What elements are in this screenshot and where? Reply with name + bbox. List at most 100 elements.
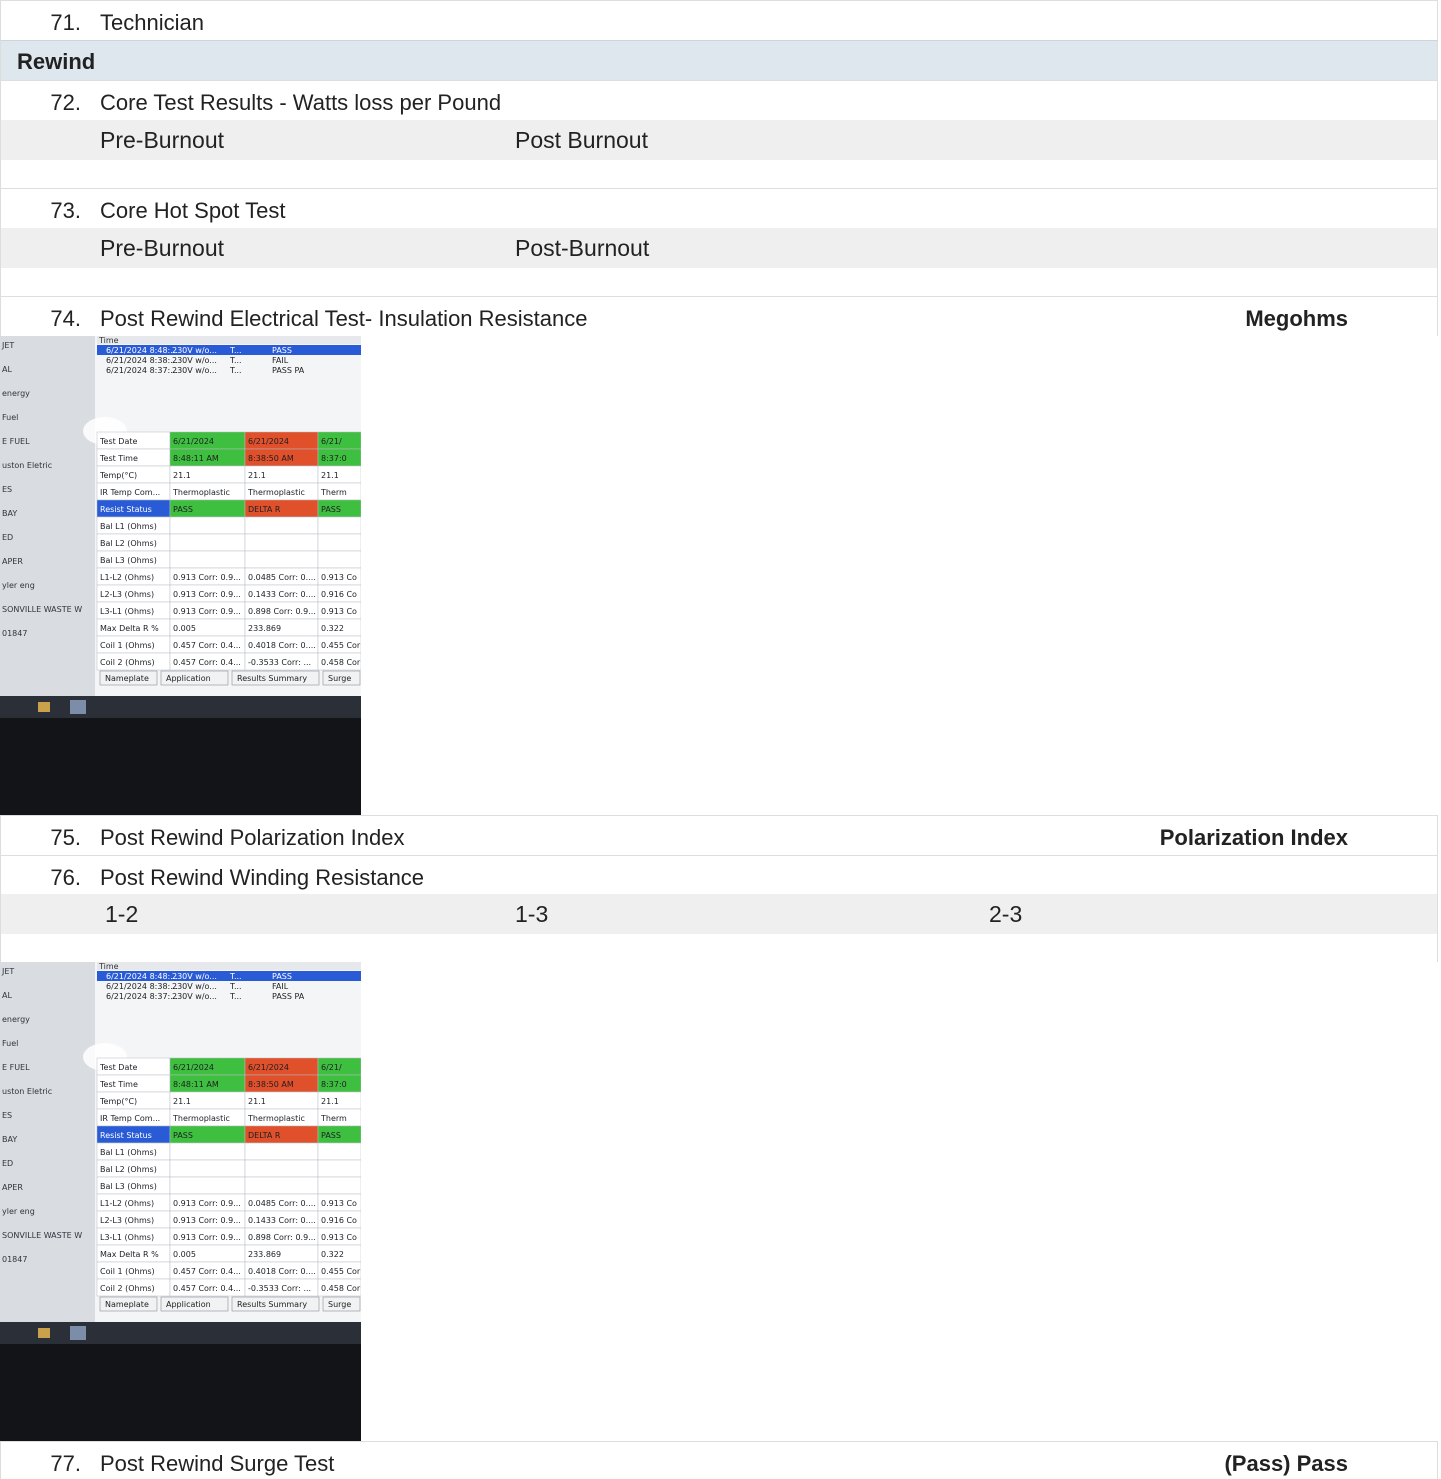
pre-burnout-label: Pre-Burnout: [100, 235, 225, 261]
table-cell-text: Coil 2 (Ohms): [100, 1284, 155, 1293]
question-text: Post Rewind Electrical Test- Insulation …: [100, 306, 588, 331]
table-cell-text: 0.1433 Corr: 0....: [248, 590, 316, 599]
table-cell-text: L3-L1 (Ohms): [100, 1233, 154, 1242]
table-cell-text: Temp(°C): [99, 1097, 137, 1106]
table-cell-text: Bal L3 (Ohms): [100, 556, 157, 565]
history-time: 6/21/2024 8:48:...: [106, 346, 178, 355]
table-cell-text: 233.869: [248, 624, 281, 633]
photo-drawing: JET AL energy Fuel E FUEL uston Eletric ES BAY E…: [0, 962, 361, 1442]
table-cell-text: Max Delta R %: [100, 1250, 159, 1259]
table-cell-text: Thermoplastic: [172, 1114, 230, 1123]
history-time: 6/21/2024 8:38:...: [106, 356, 178, 365]
table-cell-text: Max Delta R %: [100, 624, 159, 633]
pre-burnout-label: Pre-Burnout: [100, 127, 225, 153]
table-cell-text: Test Time: [99, 1080, 138, 1089]
table-cell-text: 0.455 Cor: [321, 1267, 361, 1276]
question-number: 77.: [50, 1451, 81, 1476]
table-cell-text: -0.3533 Corr: ...: [248, 658, 311, 667]
table-cell-text: 21.1: [321, 1097, 339, 1106]
table-cell-text: 0.913 Corr: 0.9...: [173, 1199, 241, 1208]
sidebar-entry: AL: [2, 991, 12, 1000]
table-cell-text: 6/21/2024: [173, 437, 214, 446]
history-result: PASS: [272, 972, 292, 981]
table-cell-text: 233.869: [248, 1250, 281, 1259]
test-screen-photo: JET AL energy Fuel E FUEL uston Eletric ES BAY E…: [0, 336, 361, 816]
table-cell-text: Test Date: [99, 437, 137, 446]
table-cell: [169, 533, 246, 552]
table-cell: [317, 1142, 361, 1161]
table-cell: [317, 533, 361, 552]
taskbar-folder-icon: [38, 1328, 50, 1338]
sidebar-entry: 01847: [2, 1255, 27, 1264]
table-cell-text: Test Date: [99, 1063, 137, 1072]
history-id: 230V w/o...: [172, 982, 217, 991]
question-text: Technician: [100, 10, 204, 35]
table-cell: [169, 516, 246, 535]
table-cell: [244, 516, 319, 535]
history-t: T...: [229, 972, 242, 981]
table-cell-text: 0.913 Co: [321, 1233, 357, 1242]
table-cell-text: IR Temp Com...: [100, 488, 160, 497]
answer-row: Pre-Burnout Post Burnout: [0, 120, 1438, 160]
history-header-time: Time: [98, 336, 119, 345]
table-cell-text: L3-L1 (Ohms): [100, 607, 154, 616]
sidebar-entry: JET: [1, 341, 14, 350]
table-cell: [244, 533, 319, 552]
table-cell-text: 0.913 Corr: 0.9...: [173, 1233, 241, 1242]
table-cell-text: Bal L1 (Ohms): [100, 522, 157, 531]
question-text: Core Test Results - Watts loss per Pound: [100, 90, 502, 115]
history-id: 230V w/o...: [172, 366, 217, 375]
answer-row: Pre-Burnout Post-Burnout: [0, 228, 1438, 268]
table-cell: [169, 1142, 246, 1161]
table-cell-text: 21.1: [173, 1097, 191, 1106]
history-header: [97, 962, 361, 970]
table-cell-text: 8:48:11 AM: [173, 454, 219, 463]
question-row: 75. Post Rewind Polarization Index Polar…: [0, 815, 1438, 855]
table-cell-text: Bal L2 (Ohms): [100, 539, 157, 548]
history-result: PASS: [272, 346, 292, 355]
table-cell: [317, 550, 361, 569]
question-number: 74.: [50, 306, 81, 331]
section-header: Rewind: [0, 40, 1438, 80]
sidebar-entry: ES: [2, 1111, 12, 1120]
table-cell-text: 0.913 Corr: 0.9...: [173, 590, 241, 599]
table-cell: [317, 1176, 361, 1195]
table-cell: [244, 1142, 319, 1161]
sidebar-entry: BAY: [2, 1135, 17, 1144]
sidebar-entry: AL: [2, 365, 12, 374]
table-cell-text: 0.457 Corr: 0.4...: [173, 641, 241, 650]
table-cell-text: 0.4018 Corr: 0....: [248, 1267, 316, 1276]
table-cell-text: 8:38:50 AM: [248, 1080, 294, 1089]
table-cell-text: 0.913 Co: [321, 607, 357, 616]
sidebar-entry: E FUEL: [2, 437, 30, 446]
winding-2-3-label: 2-3: [989, 901, 1023, 927]
table-cell-text: 0.916 Co: [321, 590, 357, 599]
sidebar-entry: BAY: [2, 509, 17, 518]
history-t: T...: [229, 982, 242, 991]
table-cell-text: DELTA R: [248, 1131, 281, 1140]
photo-tab-label: Results Summary: [237, 674, 307, 683]
table-cell-text: 0.457 Corr: 0.4...: [173, 658, 241, 667]
question-row: 76. Post Rewind Winding Resistance: [0, 855, 1438, 895]
sidebar-entry: JET: [1, 967, 14, 976]
question-row: 72. Core Test Results - Watts loss per P…: [0, 80, 1438, 120]
history-time: 6/21/2024 8:38:...: [106, 982, 178, 991]
table-cell-text: 8:37:0: [321, 454, 347, 463]
table-cell-text: 21.1: [321, 471, 339, 480]
table-cell-text: 0.0485 Corr: 0....: [248, 1199, 316, 1208]
section-title: Rewind: [17, 49, 96, 74]
table-cell-text: L2-L3 (Ohms): [100, 1216, 154, 1225]
table-cell-text: 21.1: [173, 471, 191, 480]
history-t: T...: [229, 356, 242, 365]
question-row: 74. Post Rewind Electrical Test- Insulat…: [0, 296, 1438, 336]
table-cell-text: 6/21/2024: [248, 437, 289, 446]
history-id: 230V w/o...: [172, 992, 217, 1001]
table-cell-text: Coil 1 (Ohms): [100, 1267, 155, 1276]
photo-tab-label: Application: [166, 1300, 211, 1309]
taskbar-app-icon: [70, 1326, 86, 1340]
question-row: 71. Technician: [0, 0, 1438, 40]
question-number: 76.: [50, 865, 81, 890]
table-cell-text: 0.913 Co: [321, 573, 357, 582]
table-cell-text: Bal L2 (Ohms): [100, 1165, 157, 1174]
history-result: FAIL: [272, 356, 289, 365]
